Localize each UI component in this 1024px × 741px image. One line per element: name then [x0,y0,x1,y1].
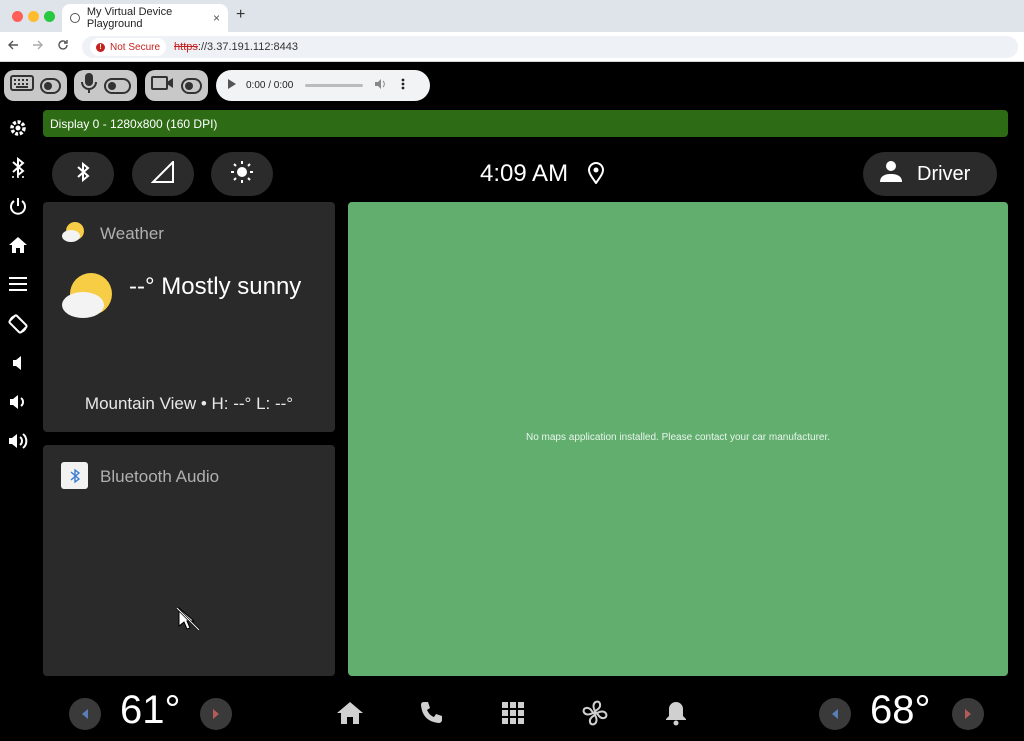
minimize-window-button[interactable] [28,11,39,22]
volume-icon[interactable] [375,79,387,92]
microphone-switch[interactable] [104,77,131,94]
volume-mute-icon[interactable] [6,351,30,375]
weather-card[interactable]: Weather --° Mostly sunny Mountain View •… [43,202,335,432]
weather-condition: --° Mostly sunny [129,273,302,300]
bluetooth-app-icon [61,462,88,489]
weather-title: Weather [100,224,164,243]
right-temperature: 68° [870,688,931,732]
bluetooth-audio-title: Bluetooth Audio [100,467,220,486]
app-grid-icon[interactable] [497,697,529,729]
audio-time: 0:00 / 0:00 [246,80,294,91]
bluetooth-audio-card[interactable]: Bluetooth Audio [43,445,335,676]
new-tab-button[interactable]: + [236,6,245,24]
phone-icon[interactable] [415,697,447,729]
browser-tab[interactable]: My Virtual Device Playground × [62,4,228,32]
power-icon[interactable] [6,194,30,218]
microphone-toggle[interactable] [74,70,137,101]
globe-icon [70,13,80,23]
car-display: 4:09 AM Driver Weather --° Mostly sunny … [43,140,1008,741]
close-window-button[interactable] [12,11,23,22]
right-temp-increase-button[interactable] [952,698,984,730]
emulator-side-controls [0,108,36,741]
url-text: https://3.37.191.112:8443 [174,41,298,53]
bluetooth-quick-button[interactable] [52,152,114,196]
warning-icon: ! [96,42,105,52]
camera-toggle[interactable] [145,70,208,101]
person-icon [879,159,903,189]
home-nav-icon[interactable] [334,697,366,729]
audio-player: 0:00 / 0:00 [216,70,430,101]
browser-tab-bar: My Virtual Device Playground × + [0,0,1024,32]
fan-icon[interactable] [579,697,611,729]
home-icon[interactable] [6,233,30,257]
user-name: Driver [917,162,971,185]
brightness-quick-button[interactable] [211,152,273,196]
map-panel[interactable]: No maps application installed. Please co… [348,202,1008,676]
volume-up-icon[interactable] [6,429,30,453]
right-temp-decrease-button[interactable] [819,698,851,730]
left-temperature: 61° [120,688,181,732]
notification-bell-icon[interactable] [660,697,692,729]
tab-title: My Virtual Device Playground [86,6,173,30]
signal-quick-button[interactable] [132,152,194,196]
back-arrow-icon[interactable] [7,38,19,54]
maximize-window-button[interactable] [44,11,55,22]
more-options-icon[interactable] [401,78,405,93]
bluetooth-icon [76,161,90,188]
forward-arrow-icon[interactable] [32,38,44,54]
security-label: Not Secure [110,41,161,53]
reload-icon[interactable] [57,38,69,54]
keyboard-switch[interactable] [40,77,61,94]
microphone-icon [80,72,98,99]
keyboard-icon [10,75,34,96]
weather-details: Mountain View • H: --° L: --° [84,394,294,413]
menu-icon[interactable] [6,272,30,296]
audio-seek-bar[interactable] [305,84,364,87]
camera-switch[interactable] [181,77,202,94]
weather-large-icon [61,270,115,329]
volume-down-icon[interactable] [6,390,30,414]
gear-icon[interactable] [6,116,30,140]
play-icon[interactable] [228,79,236,92]
map-message: No maps application installed. Please co… [525,432,831,443]
browser-nav-bar: ! Not Secure https://3.37.191.112:8443 [0,32,1024,62]
close-tab-icon[interactable]: × [213,11,220,25]
cellular-signal-icon [150,159,175,188]
left-temp-increase-button[interactable] [200,698,232,730]
address-bar[interactable]: ! Not Secure https://3.37.191.112:8443 [82,36,1018,58]
location-pin-icon [587,162,605,189]
emulator-toolbar: 0:00 / 0:00 [0,64,1024,108]
user-profile-button[interactable]: Driver [863,152,997,196]
clock: 4:09 AM [480,160,569,187]
bluetooth-icon[interactable] [6,155,30,179]
security-chip[interactable]: ! Not Secure [90,38,167,56]
weather-sun-cloud-icon [61,220,87,249]
keyboard-toggle[interactable] [4,70,67,101]
rotate-screen-icon[interactable] [6,312,30,336]
left-temp-decrease-button[interactable] [69,698,101,730]
video-camera-icon [151,75,175,96]
mouse-pointer-icon [175,605,203,638]
display-banner: Display 0 - 1280x800 (160 DPI) [43,110,1008,137]
display-label: Display 0 - 1280x800 (160 DPI) [50,116,218,131]
brightness-icon [230,160,254,189]
